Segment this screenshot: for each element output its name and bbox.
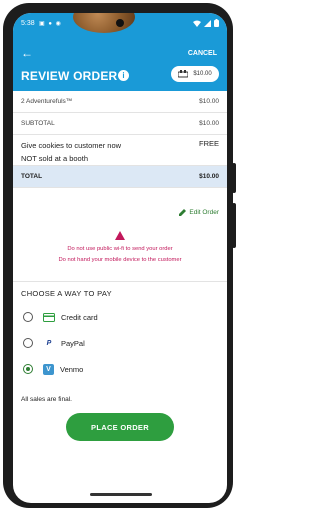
edit-order-label: Edit Order [189,209,219,216]
order-summary: 2 Adventurefuls™ $10.00 SUBTOTAL $10.00 … [13,91,227,188]
security-warnings: Do not use public wi-fi to send your ord… [13,231,227,266]
edit-order-link[interactable]: Edit Order [179,209,219,216]
place-order-button[interactable]: PLACE ORDER [66,413,174,441]
item-value: $10.00 [199,98,219,105]
item-label: 2 Adventurefuls™ [21,98,73,105]
subtotal-value: $10.00 [199,120,219,127]
notification-icons: ▣ ● ◉ [39,21,62,27]
donation-label: Give cookies to customer now NOT sold at … [21,139,121,165]
divider [13,281,227,282]
donation-line-2: NOT sold at a booth [21,154,88,163]
info-icon[interactable]: i [118,70,129,81]
radio-credit-card[interactable] [23,312,33,322]
app-bar: ← CANCEL REVIEW ORDER i $10.00 [13,35,227,91]
power-button [232,163,236,193]
final-sale-note: All sales are final. [21,396,72,403]
subtotal-row: SUBTOTAL $10.00 [13,113,227,135]
status-time: 5:38 [21,20,35,27]
total-row: TOTAL $10.00 [13,166,227,188]
status-icons [193,19,219,27]
radio-paypal[interactable] [23,338,33,348]
signal-icon [204,19,211,27]
total-label: TOTAL [21,173,43,180]
paypal-label: PayPal [61,338,85,348]
payment-option-venmo[interactable]: V Venmo [23,361,213,377]
phone-frame: 5:38 ▣ ● ◉ ← CANCEL REVIEW ORDER i $10.0… [3,3,236,508]
credit-card-label: Credit card [61,312,98,322]
venmo-label: Venmo [60,364,84,374]
cart-icon [178,70,189,78]
order-item-row: 2 Adventurefuls™ $10.00 [13,91,227,113]
home-indicator[interactable] [90,493,152,496]
paypal-icon: P [46,339,52,347]
back-arrow-icon[interactable]: ← [21,46,33,60]
cookie-image [73,13,135,33]
status-bar: 5:38 ▣ ● ◉ [13,13,227,35]
venmo-icon: V [43,363,54,375]
camera-cutout [116,19,124,27]
wifi-icon [193,20,201,27]
warning-line-1: Do not use public wi-fi to send your ord… [67,246,173,252]
radio-venmo[interactable] [23,364,33,374]
credit-card-icon [43,312,55,322]
volume-button [232,203,236,248]
cart-total-button[interactable]: $10.00 [171,66,219,82]
payment-option-paypal[interactable]: P PayPal [23,335,213,351]
payment-title: CHOOSE A WAY TO PAY [21,289,112,298]
donation-value: FREE [198,139,219,148]
cart-total: $10.00 [193,71,212,77]
payment-option-credit-card[interactable]: Credit card [23,309,213,325]
total-value: $10.00 [199,173,219,180]
donation-line-1: Give cookies to customer now [21,141,122,150]
screen: 5:38 ▣ ● ◉ ← CANCEL REVIEW ORDER i $10.0… [13,13,227,503]
donation-row: Give cookies to customer now NOT sold at … [13,135,227,166]
battery-icon [214,19,219,27]
warning-icon [115,231,125,240]
pencil-icon [179,209,187,216]
cancel-button[interactable]: CANCEL [188,50,217,57]
subtotal-label: SUBTOTAL [21,120,55,127]
warning-line-2: Do not hand your mobile device to the cu… [58,257,182,263]
page-title: REVIEW ORDER [21,69,118,83]
